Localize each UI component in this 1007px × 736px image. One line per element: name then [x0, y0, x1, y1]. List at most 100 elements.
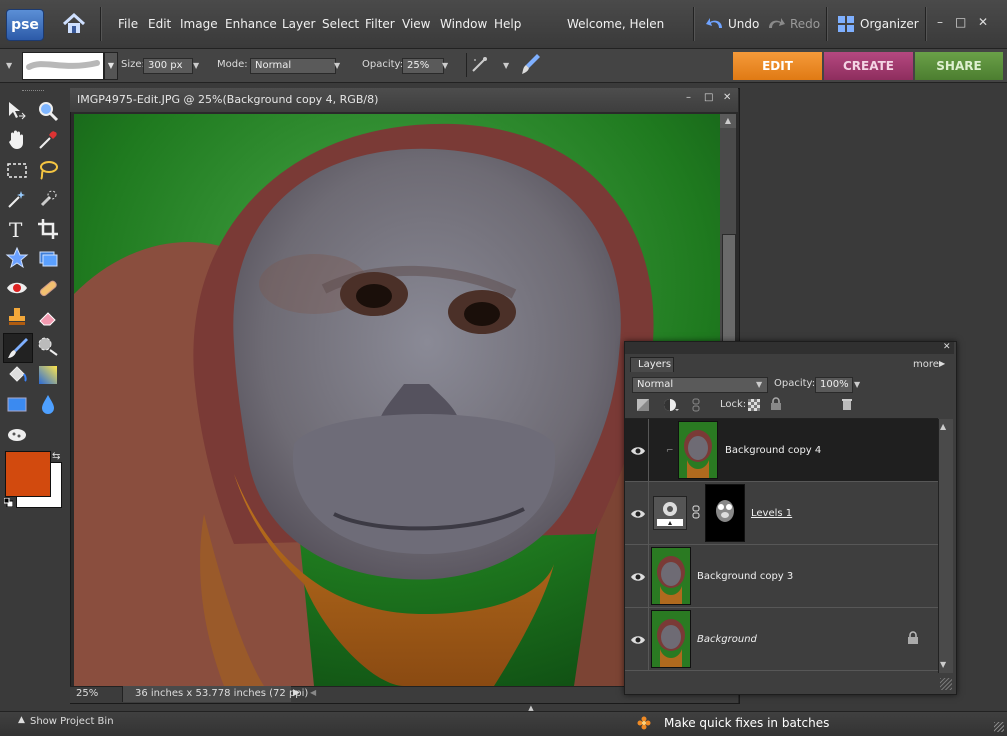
scroll-left-icon[interactable]: ◀ [310, 688, 316, 697]
menu-select[interactable]: Select [322, 17, 359, 31]
blend-mode-select[interactable]: Normal [632, 377, 768, 393]
move-icon[interactable] [5, 99, 29, 123]
brush-dropdown-icon[interactable]: ▼ [104, 52, 118, 80]
window-resize-grip[interactable] [994, 722, 1004, 732]
crop-icon[interactable] [36, 217, 60, 241]
eraser-icon[interactable] [36, 305, 60, 329]
default-colors-icon[interactable] [3, 497, 14, 508]
layers-scroll-down-icon[interactable]: ▼ [940, 660, 946, 669]
menu-layer[interactable]: Layer [282, 17, 315, 31]
zoom-icon[interactable] [36, 99, 60, 123]
blur-icon[interactable] [36, 392, 60, 416]
menu-enhance[interactable]: Enhance [225, 17, 277, 31]
layer-opacity-dropdown-icon[interactable]: ▼ [854, 380, 860, 389]
panel-bin-toggle-icon[interactable]: ▲ [523, 704, 539, 712]
resize-grip[interactable] [940, 678, 952, 690]
opacity-dropdown-icon[interactable]: ▼ [442, 61, 448, 70]
brush-settings-dropdown-icon[interactable]: ▼ [503, 61, 509, 70]
more-menu-button[interactable]: more [913, 359, 939, 370]
smart-brush-icon[interactable] [36, 334, 60, 358]
foreground-color-swatch[interactable] [5, 451, 51, 497]
adjustment-layer-icon[interactable] [663, 398, 679, 415]
home-icon[interactable] [60, 10, 88, 38]
eye-icon[interactable] [630, 635, 646, 645]
more-arrow-icon[interactable]: ▶ [939, 359, 945, 368]
layer-name: Background copy 4 [725, 445, 822, 456]
maximize-button[interactable]: □ [955, 15, 966, 29]
hand-icon[interactable] [5, 128, 29, 152]
blend-mode-dropdown-icon[interactable]: ▼ [756, 380, 762, 389]
tab-edit[interactable]: EDIT [733, 52, 822, 80]
brush-preview[interactable] [22, 52, 104, 80]
tab-create[interactable]: CREATE [824, 52, 913, 80]
menu-view[interactable]: View [402, 17, 430, 31]
trash-icon[interactable] [841, 397, 853, 414]
lock-label: Lock: [720, 399, 747, 410]
size-dropdown-icon[interactable]: ▼ [193, 61, 199, 70]
healing-brush-icon[interactable] [36, 276, 60, 300]
scroll-up-icon[interactable]: ▲ [720, 114, 736, 128]
doc-maximize-button[interactable]: □ [704, 92, 713, 103]
minimize-button[interactable]: – [937, 15, 943, 29]
lock-transparency-icon[interactable] [748, 399, 760, 411]
straighten-icon[interactable] [36, 246, 60, 270]
clone-stamp-icon[interactable] [5, 305, 29, 329]
toolbox-grip[interactable] [22, 90, 44, 93]
paint-brush-icon[interactable] [3, 333, 33, 363]
doc-close-button[interactable]: ✕ [723, 92, 731, 103]
mode-dropdown-icon[interactable]: ▼ [334, 61, 340, 70]
layers-panel-titlebar[interactable] [625, 342, 954, 354]
quick-selection-icon[interactable] [36, 187, 60, 211]
swap-colors-icon[interactable]: ⇆ [52, 451, 60, 462]
menu-filter[interactable]: Filter [365, 17, 395, 31]
tab-share[interactable]: SHARE [915, 52, 1003, 80]
menu-image[interactable]: Image [180, 17, 218, 31]
organizer-button[interactable]: Organizer [860, 17, 919, 31]
tablet-options-icon[interactable] [520, 52, 542, 79]
status-menu-arrow-icon[interactable]: ▶ [293, 688, 300, 698]
organizer-icon[interactable] [837, 15, 855, 36]
paint-bucket-icon[interactable] [5, 363, 29, 387]
mode-select[interactable]: Normal [250, 58, 336, 74]
close-button[interactable]: ✕ [978, 15, 988, 29]
lasso-icon[interactable] [36, 158, 60, 182]
welcome-text: Welcome, Helen [567, 17, 665, 31]
tip-text[interactable]: Make quick fixes in batches [664, 716, 829, 730]
lock-all-icon[interactable] [770, 397, 782, 414]
eyedropper-icon[interactable] [36, 128, 60, 152]
link-layers-icon[interactable] [692, 398, 700, 415]
size-field[interactable]: 300 px [143, 58, 193, 74]
layers-scroll-up-icon[interactable]: ▲ [940, 422, 946, 431]
shape-icon[interactable] [5, 392, 29, 416]
layer-opacity-field[interactable]: 100% [815, 377, 853, 393]
opacity-field[interactable]: 25% [402, 58, 444, 74]
cookie-cutter-icon[interactable] [5, 246, 29, 270]
menu-edit[interactable]: Edit [148, 17, 171, 31]
show-project-bin-button[interactable]: Show Project Bin [30, 716, 114, 727]
layers-scrollbar[interactable] [938, 419, 953, 673]
magic-wand-icon[interactable] [5, 187, 29, 211]
doc-minimize-button[interactable]: – [686, 92, 691, 103]
menu-window[interactable]: Window [440, 17, 487, 31]
undo-icon[interactable] [705, 15, 725, 34]
menu-file[interactable]: File [118, 17, 138, 31]
menu-help[interactable]: Help [494, 17, 521, 31]
project-bin-arrow-icon[interactable]: ▲ [18, 715, 25, 725]
layers-panel-close-button[interactable]: ✕ [943, 342, 951, 352]
eye-icon[interactable] [630, 572, 646, 582]
sponge-icon[interactable] [5, 422, 29, 446]
red-eye-icon[interactable] [5, 276, 29, 300]
redo-button[interactable]: Redo [790, 17, 820, 31]
undo-button[interactable]: Undo [728, 17, 759, 31]
gradient-icon[interactable] [36, 363, 60, 387]
airbrush-icon[interactable] [470, 54, 490, 77]
eye-icon[interactable] [630, 446, 646, 456]
type-icon[interactable]: T [5, 217, 29, 242]
link-icon[interactable] [692, 505, 700, 522]
marquee-icon[interactable] [5, 158, 29, 182]
zoom-level[interactable]: 25% [76, 688, 98, 699]
tool-preset-dropdown-icon[interactable]: ▼ [6, 61, 12, 70]
eye-icon[interactable] [630, 509, 646, 519]
redo-icon[interactable] [766, 15, 786, 34]
new-layer-icon[interactable] [636, 398, 650, 415]
